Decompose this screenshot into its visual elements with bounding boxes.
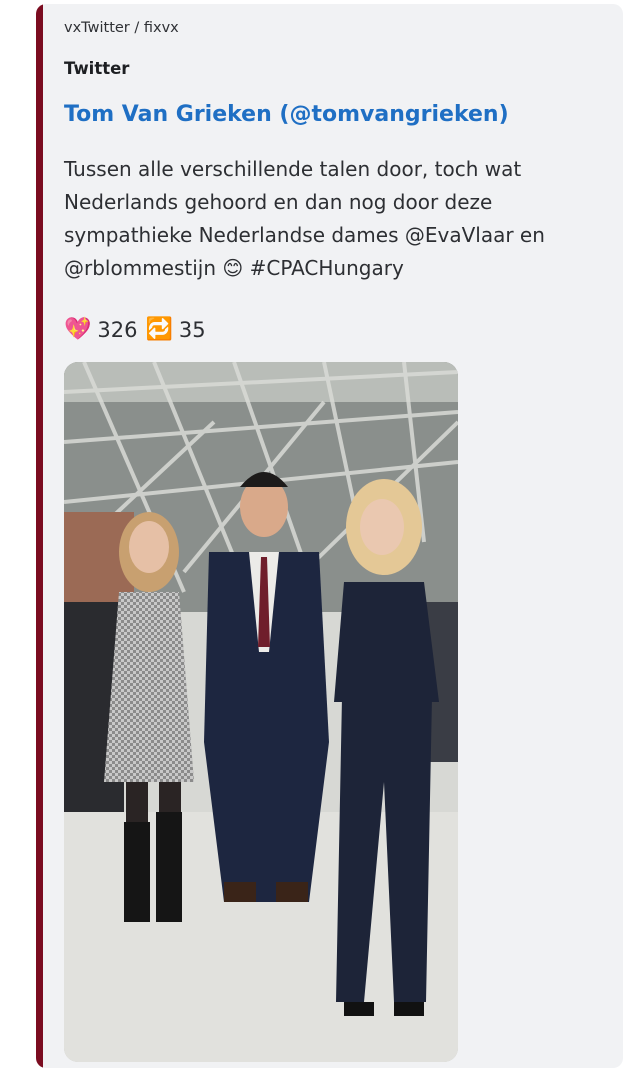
sparkling-heart-icon: 💖 — [64, 317, 92, 342]
like-count: 326 — [97, 317, 138, 342]
embed-description: Tussen alle verschillende talen door, to… — [64, 157, 545, 280]
tweet-embed: vxTwitter / fixvx Twitter Tom Van Grieke… — [36, 4, 623, 1068]
embed-title-link[interactable]: Tom Van Grieken (@tomvangrieken) — [64, 102, 509, 127]
tweet-photo-illustration — [64, 362, 458, 1062]
embed-accent-bar — [36, 4, 43, 1068]
retweet-icon: 🔁 — [145, 317, 173, 342]
tweet-image[interactable] — [64, 362, 458, 1062]
tweet-stats: 💖 326 🔁 35 — [64, 317, 214, 342]
embed-author[interactable]: Twitter — [64, 59, 129, 78]
embed-provider[interactable]: vxTwitter / fixvx — [64, 20, 179, 36]
retweet-count: 35 — [178, 317, 206, 342]
